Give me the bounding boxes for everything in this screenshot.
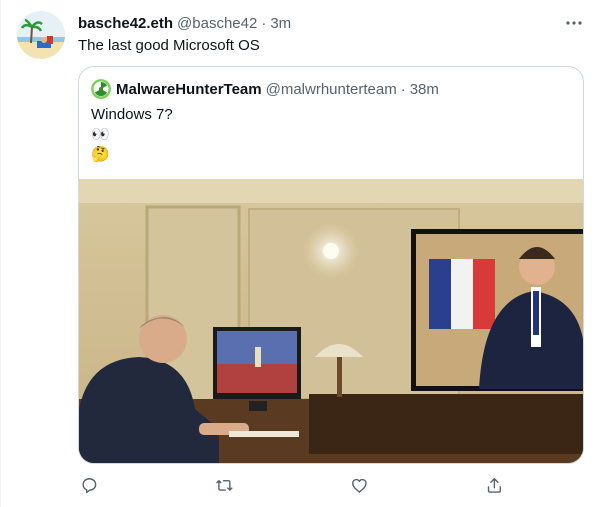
tweet-time[interactable]: 3m xyxy=(270,15,291,32)
quoted-author-name: MalwareHunterTeam xyxy=(116,80,262,98)
reply-button[interactable] xyxy=(78,474,100,496)
more-options-button[interactable] xyxy=(563,12,585,34)
retweet-icon xyxy=(216,479,233,491)
quoted-tweet-time: 38m xyxy=(409,80,439,98)
quoted-tweet[interactable]: MalwareHunterTeam @malwrhunterteam · 38m… xyxy=(78,66,584,464)
quoted-tweet-header: MalwareHunterTeam @malwrhunterteam · 38m xyxy=(91,79,439,99)
retweet-button[interactable] xyxy=(213,474,235,496)
quoted-tweet-text: Windows 7? xyxy=(91,106,173,123)
share-icon xyxy=(487,478,501,493)
tweet-actions xyxy=(78,474,518,498)
quoted-author-handle: @malwrhunterteam xyxy=(265,80,397,98)
author-handle[interactable]: @basche42 xyxy=(177,15,257,32)
author-avatar[interactable] xyxy=(17,11,65,59)
quoted-author-avatar xyxy=(91,79,111,99)
radiation-icon xyxy=(91,79,111,99)
tweet-header: basche42.eth @basche42 · 3m xyxy=(78,13,291,33)
share-button[interactable] xyxy=(483,474,505,496)
tweet[interactable]: basche42.eth @basche42 · 3m The last goo… xyxy=(0,0,598,507)
separator-dot: · xyxy=(261,14,267,32)
separator-dot: · xyxy=(400,80,406,98)
meeting-photo-icon xyxy=(79,179,583,463)
reply-icon xyxy=(82,478,97,494)
like-icon xyxy=(352,478,367,493)
like-button[interactable] xyxy=(348,474,370,496)
thinking-emoji: 🤔 xyxy=(91,146,110,163)
quoted-tweet-photo[interactable] xyxy=(79,179,583,463)
eyes-emoji: 👀 xyxy=(91,126,110,143)
tweet-text: The last good Microsoft OS xyxy=(78,37,260,54)
author-name[interactable]: basche42.eth xyxy=(78,15,173,32)
more-icon xyxy=(566,21,582,25)
beach-avatar-icon xyxy=(17,11,65,59)
